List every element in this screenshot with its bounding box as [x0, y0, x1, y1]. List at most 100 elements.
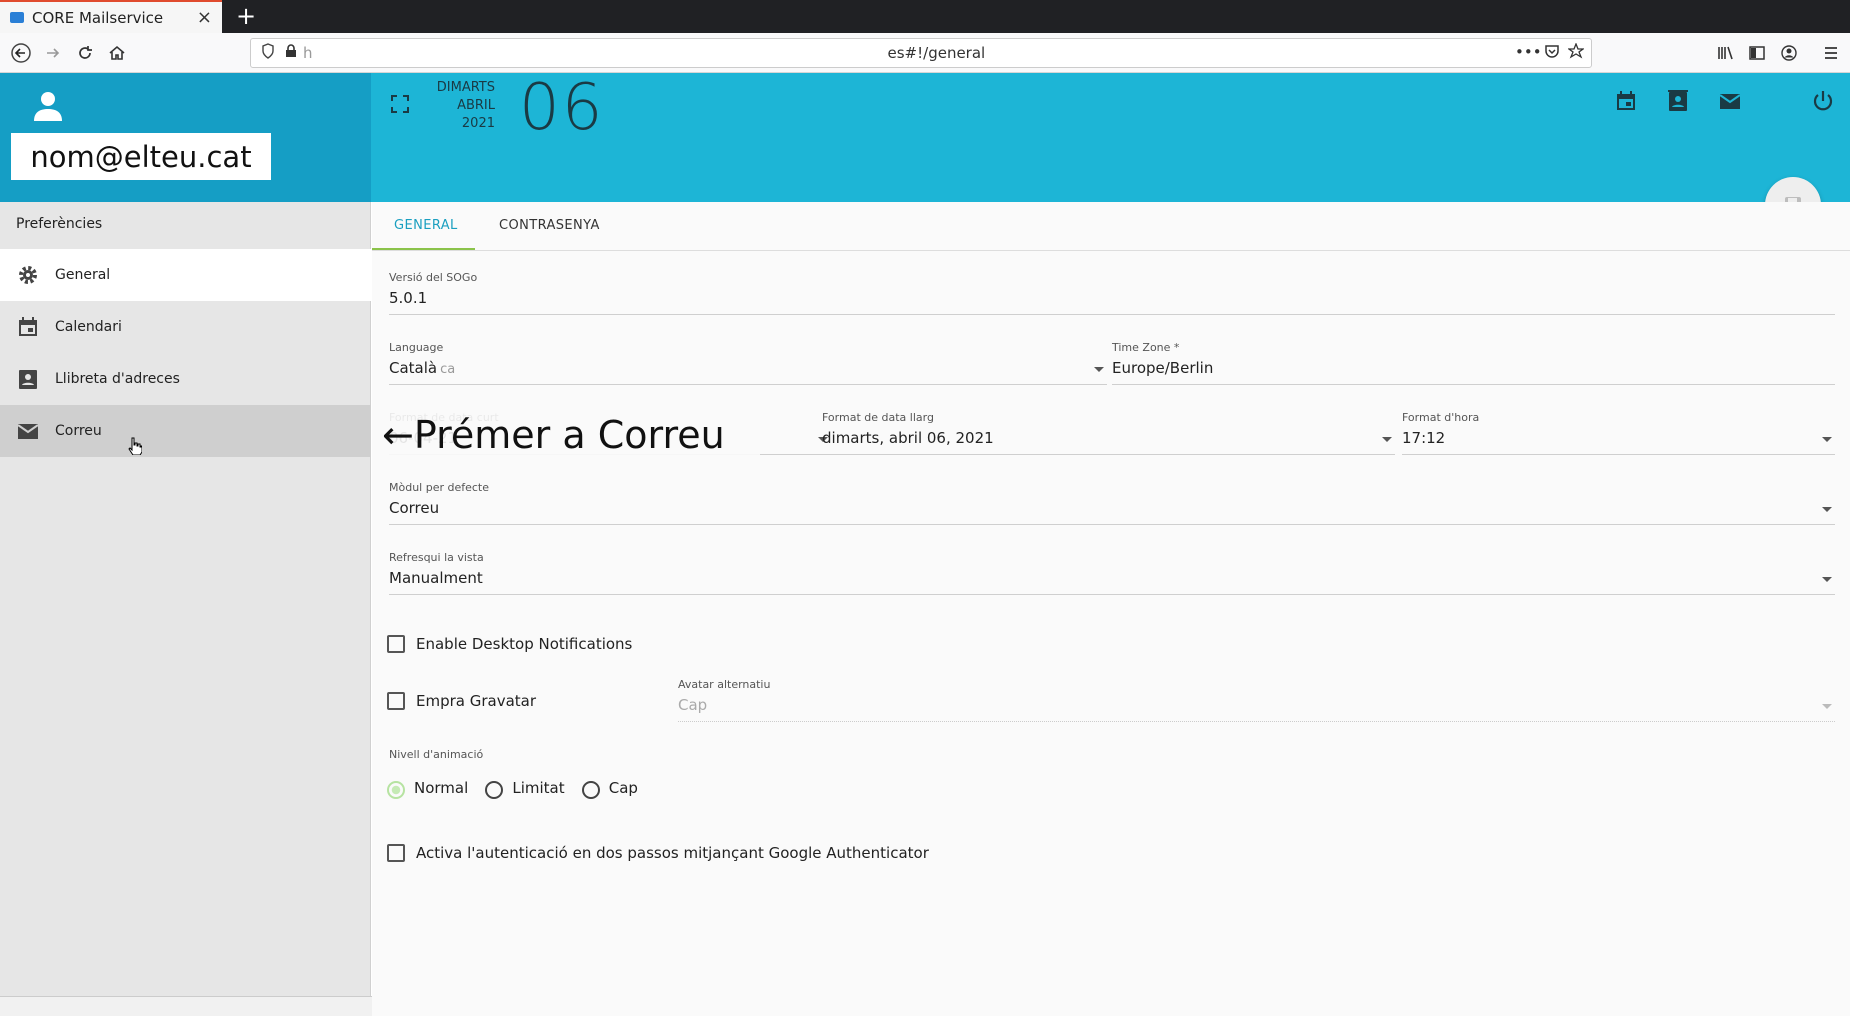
longdate-label: Format de data llarg: [822, 411, 934, 424]
account-icon[interactable]: [1776, 40, 1802, 66]
version-value: 5.0.1: [389, 289, 1835, 315]
tab-password[interactable]: CONTRASENYA: [499, 218, 600, 233]
twofactor-checkbox[interactable]: Activa l'autenticació en dos passos mitj…: [387, 844, 929, 862]
radio-label: Normal: [414, 779, 469, 797]
pocket-icon[interactable]: [1544, 43, 1560, 63]
library-icon[interactable]: [1713, 40, 1739, 66]
animation-label: Nivell d'animació: [389, 748, 484, 761]
user-icon: [34, 92, 62, 121]
animation-level: Nivell d'animació: [389, 748, 989, 761]
hand-cursor-icon: [128, 437, 142, 455]
longdate-select[interactable]: Format de data llarg dimarts, abril 06, …: [822, 411, 1395, 455]
language-select[interactable]: Language Català ca: [389, 341, 1107, 385]
tab-general[interactable]: GENERAL: [394, 218, 458, 233]
power-icon[interactable]: [1811, 89, 1835, 113]
bookmark-star-icon[interactable]: [1567, 42, 1585, 63]
radio-circle[interactable]: [581, 781, 600, 799]
chevron-down-icon: [1822, 507, 1832, 512]
module-label: Mòdul per defecte: [389, 481, 490, 494]
sidebar-item-label: Llibreta d'adreces: [55, 371, 180, 387]
refresh-label: Refresqui la vista: [389, 551, 484, 564]
animation-radio-group: Normal Limitat Cap: [387, 779, 650, 801]
menu-icon[interactable]: [1818, 40, 1844, 66]
module-value: Correu: [389, 499, 440, 517]
radio-none[interactable]: Cap: [581, 779, 638, 799]
home-icon[interactable]: [104, 40, 130, 66]
chevron-down-icon: [1822, 704, 1832, 709]
gravatar-label: Empra Gravatar: [416, 692, 537, 710]
chevron-down-icon: [1382, 437, 1392, 442]
sidebar-item-general[interactable]: General: [0, 249, 371, 301]
gravatar-checkbox[interactable]: Empra Gravatar: [387, 692, 536, 710]
fullscreen-icon[interactable]: [389, 93, 411, 115]
desktop-notifications-label: Enable Desktop Notifications: [416, 635, 633, 653]
sidebar-toggle-icon[interactable]: [1744, 40, 1770, 66]
twofactor-label: Activa l'autenticació en dos passos mitj…: [416, 844, 929, 862]
browser-tab-title: CORE Mailservice: [32, 8, 164, 27]
chevron-down-icon: [1822, 437, 1832, 442]
sidebar-item-label: Correu: [55, 423, 102, 439]
browser-navbar: h es#!/general •••: [0, 33, 1850, 73]
timeformat-select[interactable]: Format d'hora 17:12: [1402, 411, 1835, 455]
refresh-value: Manualment: [389, 569, 483, 587]
avatar-select: Avatar alternatiu Cap: [678, 678, 1835, 722]
forward-arrow-icon[interactable]: [40, 40, 66, 66]
chevron-down-icon: [1094, 367, 1104, 372]
language-hint: ca: [440, 362, 456, 377]
default-module-select[interactable]: Mòdul per defecte Correu: [389, 481, 1835, 525]
user-email: nom@elteu.cat: [11, 133, 271, 180]
sidebar-title: Preferències: [16, 216, 103, 232]
timeformat-label: Format d'hora: [1402, 411, 1480, 424]
refresh-select[interactable]: Refresqui la vista Manualment: [389, 551, 1835, 595]
browser-tab[interactable]: CORE Mailservice ×: [0, 0, 222, 33]
version-label: Versió del SOGo: [389, 271, 478, 284]
calendar-icon: [19, 317, 37, 336]
timezone-field[interactable]: Time Zone * Europe/Berlin: [1112, 341, 1835, 385]
sidebar-item-label: General: [55, 267, 111, 283]
url-start: h: [303, 44, 313, 62]
desktop-notifications-checkbox[interactable]: Enable Desktop Notifications: [387, 635, 632, 653]
sidebar-item-mail[interactable]: Correu: [0, 405, 371, 457]
mail-favicon-icon: [10, 12, 24, 23]
shield-icon: [261, 43, 275, 63]
url-bar[interactable]: h es#!/general •••: [250, 38, 1592, 68]
sidebar-item-addressbook[interactable]: Llibreta d'adreces: [0, 353, 371, 405]
radio-limited[interactable]: Limitat: [485, 779, 565, 799]
tab-indicator: [372, 248, 475, 250]
more-actions-icon[interactable]: •••: [1515, 43, 1542, 61]
radio-circle[interactable]: [485, 781, 504, 799]
date-month: ABRIL: [457, 98, 495, 113]
sidebar-item-label: Calendari: [55, 319, 122, 335]
radio-circle[interactable]: [387, 781, 405, 799]
new-tab-button[interactable]: +: [232, 2, 260, 30]
reload-icon[interactable]: [72, 40, 98, 66]
checkbox-box[interactable]: [387, 692, 405, 710]
lock-icon: [285, 44, 297, 62]
checkbox-box[interactable]: [387, 635, 405, 653]
mail-icon[interactable]: [1718, 89, 1742, 113]
radio-normal[interactable]: Normal: [387, 779, 469, 799]
avatar-value: Cap: [678, 696, 708, 714]
calendar-icon[interactable]: [1614, 89, 1638, 113]
checkbox-box[interactable]: [387, 844, 405, 862]
contacts-icon[interactable]: [1666, 89, 1690, 113]
preferences-sidebar: Preferències General Calendari Llibreta …: [0, 202, 371, 996]
close-tab-icon[interactable]: ×: [197, 7, 212, 28]
instruction-overlay: ←Prémer a Correu: [378, 408, 760, 462]
timeformat-value: 17:12: [1402, 429, 1446, 447]
date-year: 2021: [461, 116, 495, 131]
sidebar-item-calendar[interactable]: Calendari: [0, 301, 371, 353]
chevron-down-icon: [1822, 577, 1832, 582]
date-label: DIMARTS ABRIL 2021: [433, 79, 495, 133]
date-weekday: DIMARTS: [436, 80, 495, 95]
timezone-label: Time Zone *: [1112, 341, 1180, 354]
contacts-icon: [19, 370, 37, 389]
url-text: es#!/general: [887, 44, 986, 62]
language-label: Language: [389, 341, 444, 354]
back-arrow-icon[interactable]: [8, 40, 34, 66]
browser-tab-strip: CORE Mailservice × +: [0, 0, 1850, 33]
language-value: Català: [389, 359, 438, 377]
app-header: DIMARTS ABRIL 2021 06: [371, 71, 1850, 202]
radio-label: Limitat: [512, 779, 565, 797]
timezone-value: Europe/Berlin: [1112, 359, 1835, 385]
